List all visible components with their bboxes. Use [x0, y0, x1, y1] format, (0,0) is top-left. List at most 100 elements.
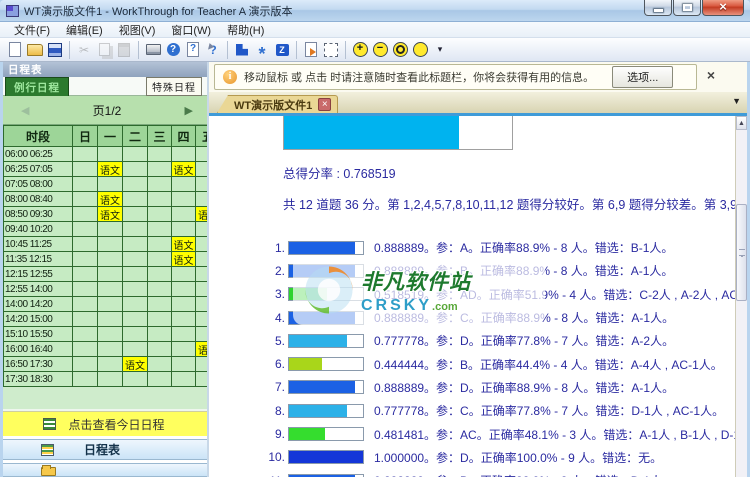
menu-item-file[interactable]: 文件(F): [6, 21, 58, 39]
schedule-empty-cell[interactable]: [98, 237, 122, 251]
maximize-button[interactable]: [673, 0, 701, 16]
schedule-empty-cell[interactable]: [73, 237, 97, 251]
schedule-empty-cell[interactable]: [123, 252, 147, 266]
schedule-empty-cell[interactable]: [172, 297, 195, 311]
nav-item-files[interactable]: [3, 463, 207, 477]
schedule-empty-cell[interactable]: [98, 222, 122, 236]
menu-item-edit[interactable]: 编辑(E): [58, 21, 111, 39]
schedule-empty-cell[interactable]: [172, 282, 195, 296]
schedule-empty-cell[interactable]: [73, 312, 97, 326]
schedule-empty-cell[interactable]: [196, 312, 207, 326]
schedule-empty-cell[interactable]: [148, 252, 171, 266]
schedule-empty-cell[interactable]: [73, 177, 97, 191]
schedule-empty-cell[interactable]: [196, 177, 207, 191]
tab-routine-schedule[interactable]: 例行日程: [5, 77, 69, 97]
schedule-empty-cell[interactable]: [196, 327, 207, 341]
schedule-empty-cell[interactable]: [196, 282, 207, 296]
schedule-empty-cell[interactable]: [148, 222, 171, 236]
vertical-scrollbar[interactable]: [735, 116, 747, 477]
schedule-empty-cell[interactable]: [196, 297, 207, 311]
schedule-empty-cell[interactable]: [123, 237, 147, 251]
schedule-empty-cell[interactable]: [73, 192, 97, 206]
schedule-lesson-cell[interactable]: 语文: [172, 252, 195, 266]
schedule-lesson-cell[interactable]: 语文: [98, 162, 122, 176]
schedule-empty-cell[interactable]: [73, 327, 97, 341]
document-tab[interactable]: WT演示版文件1: [217, 95, 339, 113]
schedule-empty-cell[interactable]: [98, 282, 122, 296]
menu-item-help[interactable]: 帮助(H): [219, 21, 272, 39]
schedule-empty-cell[interactable]: [98, 252, 122, 266]
notification-close-icon[interactable]: [704, 69, 718, 83]
schedule-empty-cell[interactable]: [123, 192, 147, 206]
schedule-lesson-cell[interactable]: 语文: [196, 342, 207, 356]
nav-item-schedule[interactable]: 日程表: [3, 439, 207, 460]
schedule-lesson-cell[interactable]: 语文: [123, 357, 147, 371]
pager-next-icon[interactable]: ▶: [185, 104, 193, 117]
menu-item-window[interactable]: 窗口(W): [163, 21, 219, 39]
schedule-empty-cell[interactable]: [148, 312, 171, 326]
schedule-empty-cell[interactable]: [196, 162, 207, 176]
schedule-empty-cell[interactable]: [196, 267, 207, 281]
schedule-empty-cell[interactable]: [73, 357, 97, 371]
schedule-empty-cell[interactable]: [172, 342, 195, 356]
toolbar-toolbar-more-button[interactable]: [430, 40, 450, 60]
schedule-empty-cell[interactable]: [196, 357, 207, 371]
tab-special-schedule[interactable]: 特殊日程: [146, 76, 202, 96]
toolbar-help-topics-button[interactable]: [183, 40, 203, 60]
toolbar-context-help-button[interactable]: [203, 40, 223, 60]
toolbar-schedule-view-button[interactable]: [272, 40, 292, 60]
today-schedule-button[interactable]: 点击查看今日日程: [3, 411, 207, 436]
schedule-empty-cell[interactable]: [148, 372, 171, 386]
menu-item-view[interactable]: 视图(V): [111, 21, 164, 39]
schedule-lesson-cell[interactable]: 语文: [172, 162, 195, 176]
schedule-empty-cell[interactable]: [148, 207, 171, 221]
schedule-empty-cell[interactable]: [148, 297, 171, 311]
schedule-empty-cell[interactable]: [73, 207, 97, 221]
close-button[interactable]: [702, 0, 744, 16]
schedule-empty-cell[interactable]: [123, 177, 147, 191]
toolbar-print-button[interactable]: [143, 40, 163, 60]
toolbar-statistics-chart-button[interactable]: [232, 40, 252, 60]
toolbar-save-button[interactable]: [45, 40, 65, 60]
schedule-empty-cell[interactable]: [196, 147, 207, 161]
pager-prev-icon[interactable]: ◀: [21, 104, 29, 117]
options-button[interactable]: 选项...: [612, 66, 674, 88]
schedule-empty-cell[interactable]: [73, 282, 97, 296]
schedule-empty-cell[interactable]: [148, 192, 171, 206]
toolbar-settings-button[interactable]: [252, 40, 272, 60]
schedule-empty-cell[interactable]: [172, 357, 195, 371]
schedule-empty-cell[interactable]: [172, 177, 195, 191]
schedule-empty-cell[interactable]: [123, 267, 147, 281]
scrollbar-thumb[interactable]: [736, 204, 747, 301]
toolbar-open-file-button[interactable]: [25, 40, 45, 60]
schedule-empty-cell[interactable]: [98, 372, 122, 386]
toolbar-zoom-reset-button[interactable]: [390, 40, 410, 60]
schedule-empty-cell[interactable]: [123, 147, 147, 161]
schedule-empty-cell[interactable]: [98, 312, 122, 326]
schedule-empty-cell[interactable]: [196, 372, 207, 386]
schedule-empty-cell[interactable]: [123, 342, 147, 356]
schedule-empty-cell[interactable]: [73, 342, 97, 356]
schedule-empty-cell[interactable]: [73, 222, 97, 236]
toolbar-highlight-circle-button[interactable]: [410, 40, 430, 60]
schedule-empty-cell[interactable]: [98, 267, 122, 281]
schedule-lesson-cell[interactable]: 语文: [98, 207, 122, 221]
schedule-empty-cell[interactable]: [172, 327, 195, 341]
schedule-empty-cell[interactable]: [98, 147, 122, 161]
schedule-empty-cell[interactable]: [123, 372, 147, 386]
schedule-lesson-cell[interactable]: 语文: [98, 192, 122, 206]
schedule-empty-cell[interactable]: [98, 327, 122, 341]
toolbar-report-export-button[interactable]: [301, 40, 321, 60]
schedule-empty-cell[interactable]: [172, 207, 195, 221]
schedule-empty-cell[interactable]: [123, 282, 147, 296]
schedule-empty-cell[interactable]: [148, 327, 171, 341]
toolbar-zoom-out-button[interactable]: [370, 40, 390, 60]
schedule-empty-cell[interactable]: [148, 282, 171, 296]
schedule-empty-cell[interactable]: [148, 357, 171, 371]
schedule-empty-cell[interactable]: [73, 297, 97, 311]
schedule-empty-cell[interactable]: [148, 162, 171, 176]
schedule-empty-cell[interactable]: [196, 192, 207, 206]
scroll-up-icon[interactable]: [736, 116, 747, 130]
schedule-empty-cell[interactable]: [123, 297, 147, 311]
schedule-empty-cell[interactable]: [196, 222, 207, 236]
